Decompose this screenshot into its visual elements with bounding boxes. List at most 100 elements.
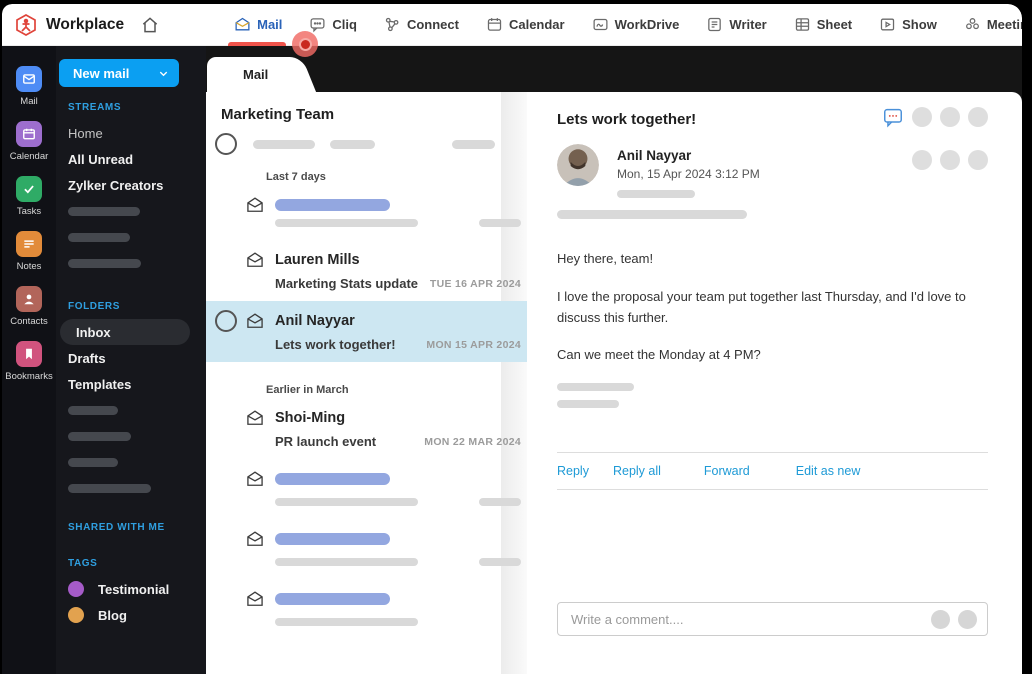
comment-input[interactable] bbox=[571, 611, 923, 627]
select-all-radio[interactable] bbox=[215, 133, 237, 155]
comment-icon[interactable] bbox=[882, 106, 904, 128]
mail-list-item-placeholder[interactable] bbox=[206, 519, 527, 579]
chat-icon bbox=[309, 16, 326, 33]
toolbar-button-placeholder[interactable] bbox=[912, 107, 932, 127]
calendar-app-icon bbox=[16, 121, 42, 147]
mail-list-item-selected[interactable]: Anil Nayyar Lets work together! MON 15 A… bbox=[206, 301, 527, 362]
skeleton-date-bar bbox=[479, 558, 521, 566]
main-area: Mail Marketing Team Last 7 days Lauren M… bbox=[206, 46, 1022, 674]
toolbar-button-placeholder[interactable] bbox=[940, 107, 960, 127]
skeleton-bar bbox=[68, 258, 141, 268]
new-mail-button[interactable]: New mail bbox=[59, 59, 179, 87]
tab-show[interactable]: Show bbox=[879, 4, 937, 46]
comment-action-placeholder[interactable] bbox=[958, 609, 977, 629]
zoho-logo-icon bbox=[14, 13, 38, 37]
tab-mail[interactable]: Mail bbox=[228, 4, 287, 46]
mail-list-item-placeholder[interactable] bbox=[206, 579, 527, 639]
mail-sender: Shoi-Ming bbox=[275, 410, 346, 426]
edit-as-new-button[interactable]: Edit as new bbox=[796, 464, 861, 478]
tab-writer[interactable]: Writer bbox=[706, 4, 767, 46]
chevron-down-icon bbox=[158, 68, 169, 79]
contacts-app-icon bbox=[16, 286, 42, 312]
mail-list-item-placeholder[interactable] bbox=[206, 459, 527, 519]
list-header-row bbox=[206, 123, 527, 155]
drive-icon bbox=[592, 16, 609, 33]
mail-sender: Lauren Mills bbox=[275, 252, 360, 268]
group-label-last-7-days: Last 7 days bbox=[266, 171, 326, 183]
content-panel: Marketing Team Last 7 days Lauren Mills … bbox=[206, 92, 1022, 674]
mail-list-item[interactable]: Lauren Mills Marketing Stats update TUE … bbox=[206, 240, 527, 301]
reply-all-button[interactable]: Reply all bbox=[613, 464, 661, 478]
rail-item-calendar[interactable]: Calendar bbox=[10, 121, 48, 162]
tag-blog[interactable]: Blog bbox=[68, 602, 206, 628]
folder-drafts[interactable]: Drafts bbox=[68, 345, 206, 371]
home-icon[interactable] bbox=[140, 15, 160, 35]
body-paragraph: Hey there, team! bbox=[557, 251, 654, 266]
click-cursor-indicator bbox=[292, 31, 318, 57]
presentation-icon bbox=[879, 16, 896, 33]
toolbar-button-placeholder[interactable] bbox=[968, 107, 988, 127]
mail-list-item[interactable]: Shoi-Ming PR launch event MON 22 MAR 202… bbox=[206, 398, 527, 459]
skeleton-sender-bar bbox=[275, 533, 390, 545]
mail-subject: Marketing Stats update bbox=[275, 276, 419, 291]
shared-section-label: SHARED WITH ME bbox=[68, 521, 165, 533]
envelope-open-icon bbox=[245, 469, 265, 489]
skeleton-bar bbox=[68, 483, 151, 493]
brand: Workplace bbox=[14, 13, 124, 37]
skeleton-date-bar bbox=[479, 219, 521, 227]
sidebar-sections: STREAMS Home All Unread Zylker Creators … bbox=[56, 94, 206, 674]
toolbar-button-placeholder[interactable] bbox=[940, 150, 960, 170]
reply-button[interactable]: Reply bbox=[557, 464, 589, 478]
mail-icon bbox=[234, 16, 251, 33]
envelope-open-icon bbox=[245, 250, 265, 270]
mail-sidebar: New mail STREAMS Home All Unread Zylker … bbox=[56, 46, 206, 674]
comment-action-placeholder[interactable] bbox=[931, 609, 950, 629]
rail-item-bookmarks[interactable]: Bookmarks bbox=[5, 341, 53, 382]
skeleton-bar bbox=[68, 206, 140, 216]
rail-item-tasks[interactable]: Tasks bbox=[16, 176, 42, 217]
tab-connect[interactable]: Connect bbox=[384, 4, 459, 46]
body-paragraph: Can we meet the Monday at 4 PM? bbox=[557, 347, 761, 363]
tag-testimonial[interactable]: Testimonial bbox=[68, 576, 206, 602]
tags-section-label: TAGS bbox=[68, 557, 98, 569]
sidebar-item-zylker-creators[interactable]: Zylker Creators bbox=[68, 172, 206, 198]
app-rail: Mail Calendar Tasks Notes Contacts Bookm… bbox=[2, 46, 56, 674]
folder-inbox[interactable]: Inbox bbox=[60, 319, 190, 345]
tab-sheet[interactable]: Sheet bbox=[794, 4, 852, 46]
message-datetime: Mon, 15 Apr 2024 3:12 PM bbox=[617, 167, 760, 181]
rail-item-contacts[interactable]: Contacts bbox=[10, 286, 48, 327]
toolbar-button-placeholder[interactable] bbox=[912, 150, 932, 170]
skeleton-bar bbox=[68, 405, 118, 415]
writer-icon bbox=[706, 16, 723, 33]
mail-list-item-placeholder[interactable] bbox=[206, 185, 527, 240]
sidebar-item-all-unread[interactable]: All Unread bbox=[68, 146, 206, 172]
tasks-app-icon bbox=[16, 176, 42, 202]
mail-subject: PR launch event bbox=[275, 434, 377, 449]
tab-calendar[interactable]: Calendar bbox=[486, 4, 565, 46]
mail-app-icon bbox=[16, 66, 42, 92]
mail-content-tab[interactable]: Mail bbox=[207, 57, 289, 92]
skeleton-sender-bar bbox=[275, 593, 390, 605]
envelope-open-icon bbox=[245, 408, 265, 428]
skeleton-subject-bar bbox=[275, 498, 418, 506]
envelope-open-icon bbox=[245, 195, 265, 215]
rail-item-mail[interactable]: Mail bbox=[16, 66, 42, 107]
mail-subject: Lets work together! bbox=[275, 337, 396, 352]
forward-button[interactable]: Forward bbox=[704, 464, 750, 478]
brand-name: Workplace bbox=[46, 15, 125, 33]
reading-pane: Lets work together! Anil Nayyar Mon, 15 … bbox=[527, 92, 1022, 674]
toolbar-button-placeholder[interactable] bbox=[968, 150, 988, 170]
tab-workdrive[interactable]: WorkDrive bbox=[592, 4, 679, 46]
mail-select-radio[interactable] bbox=[215, 310, 237, 332]
envelope-open-icon bbox=[245, 311, 265, 331]
meeting-icon bbox=[964, 16, 981, 33]
skeleton-bar bbox=[68, 431, 131, 441]
skeleton-bar bbox=[68, 457, 118, 467]
tab-meeting[interactable]: Meeting bbox=[964, 4, 1022, 46]
group-label-earlier-in-march: Earlier in March bbox=[266, 384, 349, 396]
streams-section-label: STREAMS bbox=[68, 101, 122, 113]
sidebar-item-home[interactable]: Home bbox=[68, 120, 206, 146]
skeleton-bar bbox=[557, 400, 619, 409]
rail-item-notes[interactable]: Notes bbox=[16, 231, 42, 272]
folder-templates[interactable]: Templates bbox=[68, 371, 206, 397]
